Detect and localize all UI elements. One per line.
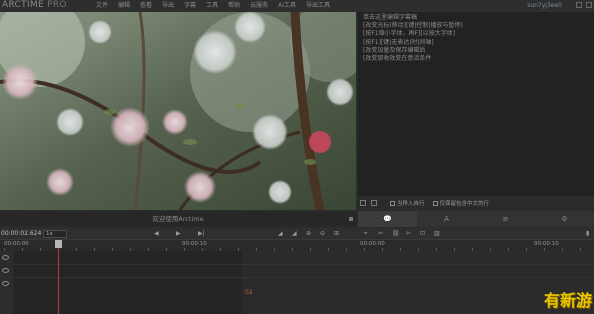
video-subtitle: 欢迎使用Arctime bbox=[152, 215, 204, 223]
auto-play-label: 当移入自行 bbox=[397, 201, 425, 207]
playhead-handle[interactable] bbox=[55, 240, 62, 248]
tab-menu[interactable]: ≡ bbox=[476, 211, 535, 227]
text-line-1: 单击这里编辑字幕稿 bbox=[363, 14, 418, 21]
menu-help[interactable]: 帮助 bbox=[228, 0, 240, 12]
ruler-label-1: 00:00:00 bbox=[4, 241, 29, 247]
text-line-4: [按F1][键|无表达|时|间轴] bbox=[363, 38, 434, 46]
track-region[interactable] bbox=[242, 251, 594, 314]
gear-icon: ⚙ bbox=[561, 215, 568, 223]
video-frame bbox=[0, 12, 356, 210]
split-icon[interactable]: ✂ bbox=[378, 230, 383, 238]
close-icon[interactable] bbox=[586, 2, 592, 8]
cut-icon[interactable]: ✄ bbox=[406, 230, 411, 238]
tool-icon-2[interactable]: ◢ bbox=[292, 230, 297, 238]
chinese-only-label: 仅保留包含中文的行 bbox=[439, 201, 490, 207]
watermark: 有新游 bbox=[543, 291, 592, 310]
tool-icon-4[interactable]: ⊖ bbox=[320, 230, 325, 238]
chinese-only-checkbox[interactable] bbox=[432, 200, 438, 206]
text-line-6: [改变那收改变在意活条件 bbox=[363, 55, 432, 63]
track-header bbox=[0, 251, 13, 314]
ruler-label-4: 00:00:10 bbox=[534, 241, 559, 247]
snap-icon[interactable]: ⌖ bbox=[364, 230, 367, 238]
menu-edit[interactable]: 编辑 bbox=[118, 0, 130, 12]
menu-file[interactable]: 文件 bbox=[96, 0, 108, 12]
resize-icon[interactable] bbox=[349, 217, 353, 221]
video-subtitle-bar: 欢迎使用Arctime bbox=[0, 212, 356, 226]
ruler-label-2: 00:00:10 bbox=[182, 241, 207, 247]
menu-bar: ARCTIME PRO 文件 编辑 查看 导出 字幕 工具 帮助 云服务 AI工… bbox=[0, 0, 594, 12]
menu-view[interactable]: 查看 bbox=[140, 0, 152, 12]
tab-settings[interactable]: ⚙ bbox=[535, 211, 594, 227]
menu-tools[interactable]: 工具 bbox=[206, 0, 218, 12]
app-logo: ARCTIME PRO bbox=[2, 0, 67, 12]
menu-ai-tools[interactable]: AI工具 bbox=[278, 0, 296, 12]
video-preview[interactable] bbox=[0, 12, 356, 210]
eye-icon[interactable] bbox=[2, 281, 9, 286]
track-divider bbox=[13, 264, 594, 265]
link-icon[interactable]: ⛓ bbox=[392, 230, 400, 238]
menu-export-tools[interactable]: 导出工具 bbox=[306, 0, 330, 12]
undo-icon[interactable] bbox=[371, 200, 377, 206]
tab-chat[interactable]: 💬 bbox=[358, 211, 417, 227]
options-row: 当移入自行 仅保留包含中文的行 bbox=[360, 197, 594, 209]
lock-icon[interactable]: ⊡ bbox=[420, 230, 425, 238]
speed-select[interactable]: 1x bbox=[43, 230, 67, 238]
menu-subtitle[interactable]: 字幕 bbox=[184, 0, 196, 12]
next-icon[interactable]: ▶| bbox=[198, 230, 205, 238]
main-menu: 文件 编辑 查看 导出 字幕 工具 帮助 云服务 AI工具 导出工具 bbox=[96, 0, 340, 12]
trash-icon[interactable]: ▥ bbox=[434, 230, 440, 238]
text-line-3: [按F1缩小字体，再F][以按大字体] bbox=[363, 30, 456, 38]
import-icon[interactable] bbox=[360, 200, 366, 206]
logo-pro: PRO bbox=[47, 0, 67, 10]
eye-icon[interactable] bbox=[2, 268, 9, 273]
menu-icon: ≡ bbox=[502, 215, 509, 223]
scroll-icon[interactable]: ▮ bbox=[586, 230, 589, 238]
track-divider bbox=[13, 277, 594, 278]
prev-icon[interactable]: ◀ bbox=[154, 230, 159, 238]
playhead[interactable] bbox=[58, 240, 59, 314]
text-line-5: [改变加量及保存编辑后 bbox=[363, 46, 426, 54]
font-icon: A bbox=[444, 215, 449, 223]
user-name[interactable]: sun7yj3ee0 bbox=[527, 0, 562, 12]
subtitle-text-panel[interactable]: 单击这里编辑字幕稿 [改变光标(移动][键|控制|播放与暂停] [按F1缩小字体… bbox=[358, 12, 594, 196]
menu-export[interactable]: 导出 bbox=[162, 0, 174, 12]
tool-icon-3[interactable]: ⊕ bbox=[306, 230, 311, 238]
chat-icon: 💬 bbox=[383, 215, 392, 223]
logo-main: ARCTIME bbox=[2, 0, 44, 10]
timeline-ruler[interactable]: 00:00:00 00:00:10 00:00:00 00:00:10 bbox=[0, 240, 594, 251]
play-icon[interactable]: ▶ bbox=[176, 230, 181, 238]
current-time: 00:00:02.624 bbox=[1, 230, 42, 237]
panel-tabs: 💬 A ≡ ⚙ bbox=[358, 211, 594, 227]
menu-cloud[interactable]: 云服务 bbox=[250, 0, 268, 12]
eye-icon[interactable] bbox=[2, 255, 9, 260]
timeline-tracks[interactable]: 02 bbox=[0, 251, 594, 314]
ruler-label-3: 00:00:00 bbox=[360, 241, 385, 247]
playback-controls: 00:00:02.624 1x ◀ ▶ ▶| ◢ ◢ ⊕ ⊖ ⊞ ⌖ ✂ ⛓ ✄… bbox=[0, 228, 594, 240]
tab-font[interactable]: A bbox=[417, 211, 476, 227]
minimize-icon[interactable] bbox=[576, 2, 582, 8]
auto-play-checkbox[interactable] bbox=[390, 200, 395, 206]
tool-icon-1[interactable]: ◢ bbox=[278, 230, 283, 238]
track-marker: 02 bbox=[245, 289, 253, 296]
window-buttons bbox=[576, 2, 592, 8]
tool-icon-5[interactable]: ⊞ bbox=[334, 230, 339, 238]
